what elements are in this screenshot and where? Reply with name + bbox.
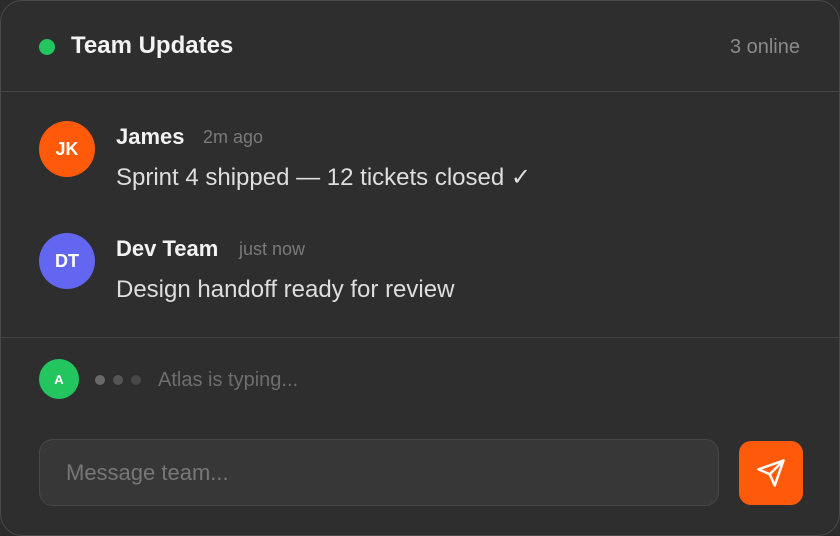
typing-avatar: A bbox=[39, 359, 79, 399]
panel-title: Team Updates bbox=[71, 32, 234, 59]
avatar: DT bbox=[39, 233, 95, 289]
typing-dot bbox=[131, 375, 141, 385]
message-text: Sprint 4 shipped — 12 tickets closed ✓ bbox=[116, 164, 531, 191]
message-item: JK James 2m ago Sprint 4 shipped — 12 ti… bbox=[1, 111, 839, 211]
message-author: Dev Team bbox=[116, 236, 219, 261]
message-time: 2m ago bbox=[203, 127, 264, 147]
send-button[interactable] bbox=[739, 441, 803, 505]
message-time: just now bbox=[239, 239, 306, 259]
typing-dot bbox=[113, 375, 123, 385]
message-input[interactable] bbox=[39, 439, 719, 506]
team-updates-panel: Team Updates 3 online JK James 2m ago Sp… bbox=[0, 0, 840, 536]
send-icon bbox=[756, 458, 786, 488]
panel-header: Team Updates 3 online bbox=[1, 1, 839, 92]
message-author: James bbox=[116, 124, 185, 149]
online-status-dot bbox=[39, 39, 55, 55]
message-text: Design handoff ready for review bbox=[116, 276, 455, 303]
typing-text: Atlas is typing... bbox=[158, 369, 299, 391]
message-item: DT Dev Team just now Design handoff read… bbox=[1, 223, 839, 323]
avatar: JK bbox=[39, 121, 95, 177]
typing-dot bbox=[95, 375, 105, 385]
section-divider bbox=[1, 337, 839, 338]
online-count: 3 online bbox=[729, 36, 800, 58]
